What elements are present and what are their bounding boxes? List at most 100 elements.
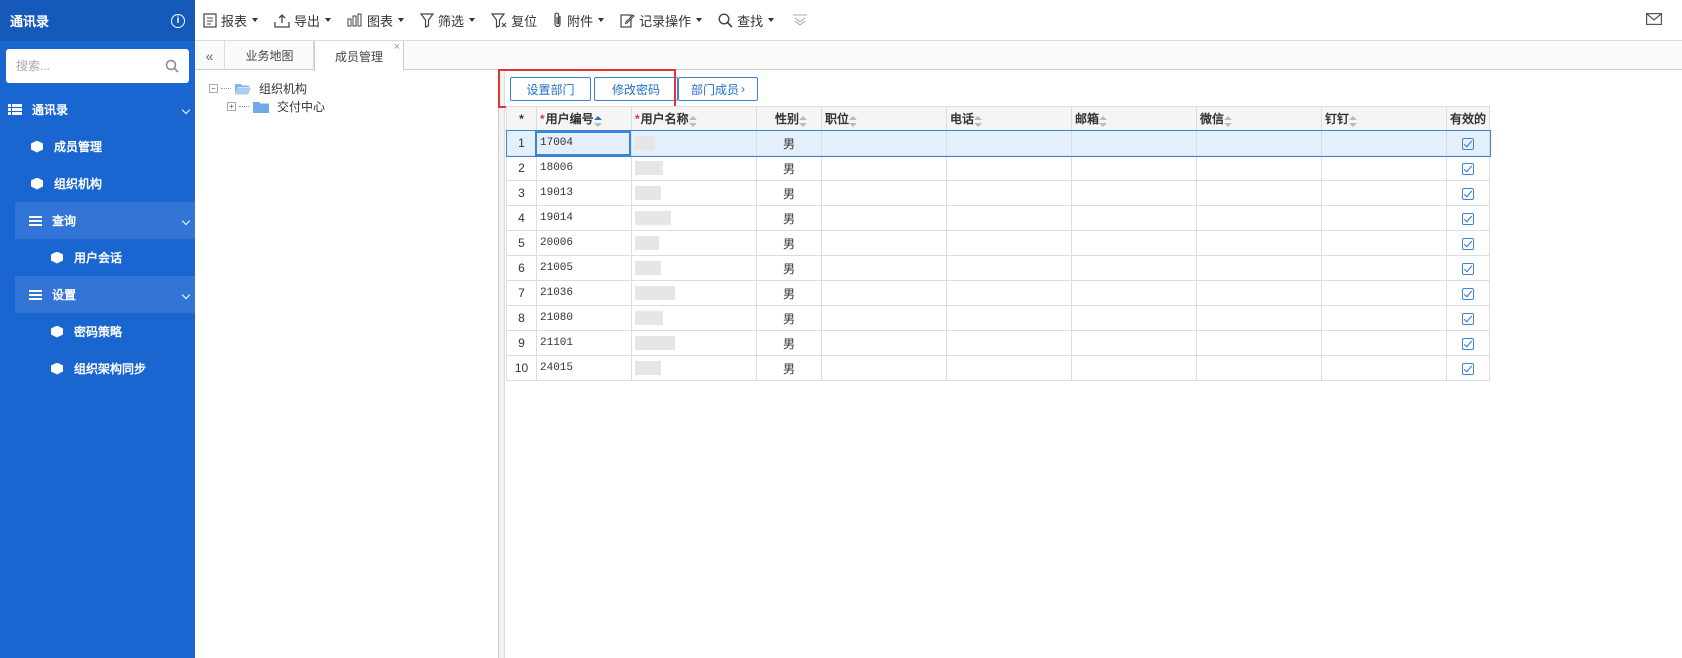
- cell-user-name[interactable]: [631, 155, 757, 181]
- set-department-button[interactable]: 设置部门: [510, 77, 591, 101]
- checkbox-checked[interactable]: [1462, 237, 1474, 250]
- cell-wechat[interactable]: [1196, 205, 1322, 231]
- table-row[interactable]: 6 21005 男: [506, 255, 1491, 281]
- checkbox-checked[interactable]: [1462, 362, 1474, 375]
- col-header-position[interactable]: 职位: [821, 106, 947, 131]
- cell-valid[interactable]: [1445, 280, 1491, 306]
- sidebar-item-password-policy[interactable]: 密码策略: [0, 313, 195, 350]
- cell-email[interactable]: [1071, 130, 1197, 156]
- cell-email[interactable]: [1071, 205, 1197, 231]
- info-icon[interactable]: i: [171, 13, 185, 28]
- tree-node-root[interactable]: − 组织机构: [209, 80, 307, 97]
- col-header-phone[interactable]: 电话: [946, 106, 1072, 131]
- cell-email[interactable]: [1071, 230, 1197, 256]
- cell-phone[interactable]: [946, 280, 1072, 306]
- cell-phone[interactable]: [946, 180, 1072, 206]
- cell-wechat[interactable]: [1196, 130, 1322, 156]
- cell-gender[interactable]: 男: [756, 130, 822, 156]
- cell-user-code[interactable]: 19014: [536, 205, 632, 231]
- change-password-button[interactable]: 修改密码: [594, 77, 678, 101]
- table-row[interactable]: 10 24015 男: [506, 355, 1491, 381]
- col-header-gender[interactable]: 性别: [756, 106, 822, 131]
- cell-dingtalk[interactable]: [1321, 280, 1447, 306]
- mail-icon[interactable]: [1646, 13, 1662, 25]
- collapse-icon[interactable]: −: [209, 84, 218, 93]
- cell-user-name[interactable]: [631, 205, 757, 231]
- cell-user-name[interactable]: [631, 305, 757, 331]
- cell-wechat[interactable]: [1196, 155, 1322, 181]
- cell-phone[interactable]: [946, 155, 1072, 181]
- cell-valid[interactable]: [1445, 255, 1491, 281]
- filter-button[interactable]: 筛选: [420, 11, 476, 30]
- search-input[interactable]: [16, 59, 165, 73]
- cell-user-code[interactable]: 21036: [536, 280, 632, 306]
- col-header-user-code[interactable]: *用户编号: [536, 106, 632, 131]
- tree-node-delivery-center[interactable]: + 交付中心: [227, 98, 325, 115]
- cell-valid[interactable]: [1445, 330, 1491, 356]
- cell-position[interactable]: [821, 180, 947, 206]
- chart-button[interactable]: 图表: [347, 11, 405, 30]
- close-icon[interactable]: ×: [394, 42, 400, 53]
- cell-valid[interactable]: [1445, 230, 1491, 256]
- table-row[interactable]: 7 21036 男: [506, 280, 1491, 306]
- reset-button[interactable]: 复位: [491, 11, 537, 30]
- cell-email[interactable]: [1071, 155, 1197, 181]
- cell-wechat[interactable]: [1196, 330, 1322, 356]
- attachment-button[interactable]: 附件: [553, 11, 605, 30]
- tab-business-map[interactable]: 业务地图: [226, 41, 314, 70]
- table-row[interactable]: 3 19013 男: [506, 180, 1491, 206]
- sidebar-item-contacts[interactable]: 通讯录: [0, 91, 195, 128]
- cell-phone[interactable]: [946, 305, 1072, 331]
- cell-user-name[interactable]: [631, 180, 757, 206]
- cell-wechat[interactable]: [1196, 355, 1322, 381]
- cell-phone[interactable]: [946, 130, 1072, 156]
- table-row[interactable]: 8 21080 男: [506, 305, 1491, 331]
- cell-email[interactable]: [1071, 180, 1197, 206]
- cell-dingtalk[interactable]: [1321, 230, 1447, 256]
- cell-phone[interactable]: [946, 230, 1072, 256]
- search-icon[interactable]: [165, 59, 179, 73]
- cell-phone[interactable]: [946, 255, 1072, 281]
- cell-position[interactable]: [821, 230, 947, 256]
- cell-dingtalk[interactable]: [1321, 330, 1447, 356]
- cell-dingtalk[interactable]: [1321, 355, 1447, 381]
- table-row[interactable]: 2 18006 男: [506, 155, 1491, 181]
- sidebar-item-settings[interactable]: 设置: [15, 276, 195, 313]
- cell-dingtalk[interactable]: [1321, 205, 1447, 231]
- cell-user-name[interactable]: [631, 130, 757, 156]
- cell-position[interactable]: [821, 255, 947, 281]
- checkbox-checked[interactable]: [1462, 162, 1474, 175]
- cell-user-code[interactable]: 21101: [536, 330, 632, 356]
- cell-email[interactable]: [1071, 355, 1197, 381]
- cell-gender[interactable]: 男: [756, 180, 822, 206]
- find-button[interactable]: 查找: [718, 11, 775, 30]
- cell-dingtalk[interactable]: [1321, 305, 1447, 331]
- checkbox-checked[interactable]: [1462, 137, 1474, 150]
- sidebar-item-user-sessions[interactable]: 用户会话: [0, 239, 195, 276]
- cell-dingtalk[interactable]: [1321, 130, 1447, 156]
- cell-user-name[interactable]: [631, 355, 757, 381]
- cell-email[interactable]: [1071, 305, 1197, 331]
- more-button[interactable]: [792, 13, 812, 27]
- cell-dingtalk[interactable]: [1321, 180, 1447, 206]
- cell-position[interactable]: [821, 305, 947, 331]
- table-row[interactable]: 4 19014 男: [506, 205, 1491, 231]
- cell-user-code[interactable]: 24015: [536, 355, 632, 381]
- tab-member-management[interactable]: 成员管理 ×: [314, 41, 404, 71]
- cell-wechat[interactable]: [1196, 230, 1322, 256]
- table-row[interactable]: 9 21101 男: [506, 330, 1491, 356]
- cell-gender[interactable]: 男: [756, 305, 822, 331]
- cell-gender[interactable]: 男: [756, 205, 822, 231]
- cell-user-code[interactable]: 18006: [536, 155, 632, 181]
- cell-user-code[interactable]: 17004: [536, 130, 632, 156]
- col-header-valid[interactable]: 有效的: [1445, 106, 1491, 131]
- cell-phone[interactable]: [946, 330, 1072, 356]
- checkbox-checked[interactable]: [1462, 187, 1474, 200]
- col-header-dingtalk[interactable]: 钉钉: [1321, 106, 1447, 131]
- col-header-email[interactable]: 邮箱: [1071, 106, 1197, 131]
- expand-icon[interactable]: +: [227, 102, 236, 111]
- cell-wechat[interactable]: [1196, 255, 1322, 281]
- panel-splitter[interactable]: [499, 70, 505, 658]
- cell-gender[interactable]: 男: [756, 255, 822, 281]
- cell-user-code[interactable]: 20006: [536, 230, 632, 256]
